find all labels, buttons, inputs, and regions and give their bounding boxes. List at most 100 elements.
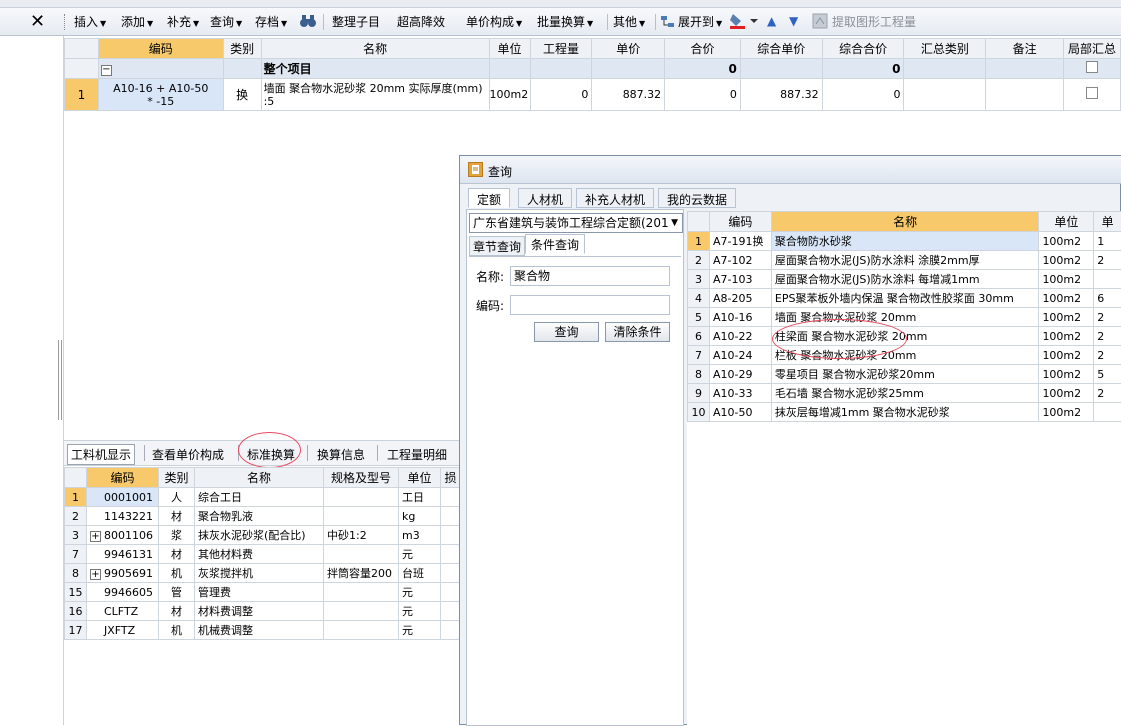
color-fill-icon[interactable] [729,12,759,30]
column-header[interactable]: 局部汇总 [1063,39,1120,59]
tab-labor-material[interactable]: 人材机 [518,188,572,208]
column-header[interactable]: 综合单价 [740,39,822,59]
resource-row[interactable]: 79946131材其他材料费元 [65,545,461,564]
expand-icon[interactable] [90,585,101,596]
expand-icon[interactable]: + [90,531,101,542]
name-cell[interactable]: 灰浆搅拌机 [195,564,324,583]
column-header[interactable]: 单位 [399,468,441,488]
batch-convert-menu[interactable]: 批量换算▼ [537,16,593,30]
quota-library-select[interactable]: 广东省建筑与装饰工程综合定额(201 ▼ [469,213,683,233]
quota-row[interactable]: 1 A10-16 + A10-50* -15 换 墙面 聚合物水泥砂浆 20mm… [65,79,1121,111]
code-cell[interactable]: 0001001 [87,488,159,507]
result-code-cell[interactable]: A10-24 [709,346,771,365]
tab-quota[interactable]: 定额 [468,188,510,208]
binoculars-icon[interactable] [298,12,318,30]
checkbox[interactable] [1086,87,1098,99]
column-header[interactable]: 规格及型号 [324,468,399,488]
result-row[interactable]: 9A10-33毛石墙 聚合物水泥砂浆25mm100m22 [688,384,1121,403]
resource-row[interactable]: 8+9905691机灰浆搅拌机拌筒容量200台班 [65,564,461,583]
column-header[interactable]: 名称 [261,39,489,59]
column-header[interactable]: 名称 [771,212,1039,232]
spec-cell[interactable]: 中砂1:2 [324,526,399,545]
expand-icon[interactable] [90,623,101,634]
result-row[interactable]: 10A10-50抹灰层每增减1mm 聚合物水泥砂浆100m2 [688,403,1121,422]
column-header[interactable]: 单位 [1039,212,1094,232]
result-code-cell[interactable]: A7-103 [709,270,771,289]
resource-row[interactable]: 159946605管管理费元 [65,583,461,602]
result-row[interactable]: 7A10-24栏板 聚合物水泥砂浆 20mm100m22 [688,346,1121,365]
result-name-cell[interactable]: 抹灰层每增减1mm 聚合物水泥砂浆 [771,403,1039,422]
resource-row[interactable]: 21143221材聚合物乳液kg [65,507,461,526]
result-name-cell[interactable]: 毛石墙 聚合物水泥砂浆25mm [771,384,1039,403]
result-name-cell[interactable]: 屋面聚合物水泥(JS)防水涂料 每增减1mm [771,270,1039,289]
other-menu[interactable]: 其他▼ [613,16,645,30]
dialog-title-bar[interactable]: 查询 [460,156,1121,184]
result-code-cell[interactable]: A10-16 [709,308,771,327]
splitter-handle[interactable] [58,340,62,420]
resource-row[interactable]: 16CLFTZ材材料费调整元 [65,602,461,621]
column-header[interactable]: 编码 [709,212,771,232]
tab-chapter-query[interactable]: 章节查询 [469,236,525,256]
spec-cell[interactable] [324,545,399,564]
column-header[interactable]: 综合合价 [822,39,904,59]
add-menu[interactable]: 添加▼ [121,16,153,30]
column-header[interactable]: 单 [1094,212,1121,232]
height-reduction-button[interactable]: 超高降效 [397,16,445,28]
result-row[interactable]: 3A7-103屋面聚合物水泥(JS)防水涂料 每增减1mm100m2 [688,270,1121,289]
name-cell[interactable]: 墙面 聚合物水泥砂浆 20mm 实际厚度(mm):5 [261,79,489,111]
expand-icon[interactable] [90,490,101,501]
tab-supplement-labor-material[interactable]: 补充人材机 [576,188,654,208]
name-cell[interactable]: 机械费调整 [195,621,324,640]
expand-icon[interactable] [90,509,101,520]
query-menu[interactable]: 查询▼ [210,16,242,30]
result-code-cell[interactable]: A7-191换 [709,232,771,251]
spec-cell[interactable]: 拌筒容量200 [324,564,399,583]
resource-row[interactable]: 17JXFTZ机机械费调整元 [65,621,461,640]
spec-cell[interactable] [324,488,399,507]
code-cell[interactable]: 9946131 [87,545,159,564]
result-code-cell[interactable]: A10-22 [709,327,771,346]
name-input[interactable]: 聚合物 [510,266,670,286]
expand-icon[interactable] [90,547,101,558]
column-header[interactable]: 类别 [159,468,195,488]
resource-row[interactable]: 10001001人综合工日工日 [65,488,461,507]
code-cell[interactable]: 1143221 [87,507,159,526]
result-code-cell[interactable]: A10-29 [709,365,771,384]
result-row[interactable]: 2A7-102屋面聚合物水泥(JS)防水涂料 涂膜2mm厚100m22 [688,251,1121,270]
tab-labor-material-machine[interactable]: 工料机显示 [67,444,135,465]
name-cell[interactable]: 材料费调整 [195,602,324,621]
code-cell[interactable]: A10-16 + A10-50* -15 [98,79,223,111]
result-name-cell[interactable]: EPS聚苯板外墙内保温 聚合物改性胶浆面 30mm [771,289,1039,308]
result-row[interactable]: 1A7-191换聚合物防水砂浆100m21 [688,232,1121,251]
code-cell[interactable]: CLFTZ [87,602,159,621]
project-group-row[interactable]: − 整个项目 0 0 [65,59,1121,79]
spec-cell[interactable] [324,602,399,621]
result-code-cell[interactable]: A10-33 [709,384,771,403]
supplement-menu[interactable]: 补充▼ [167,16,199,30]
result-code-cell[interactable]: A7-102 [709,251,771,270]
extract-graphic-quantity-button[interactable]: 提取图形工程量 [832,16,916,28]
code-input[interactable] [510,295,670,315]
name-cell[interactable]: 聚合物乳液 [195,507,324,526]
column-header[interactable]: 工程量 [530,39,592,59]
tab-condition-query[interactable]: 条件查询 [525,234,585,254]
qty-cell[interactable]: 0 [530,79,592,111]
column-header[interactable]: 名称 [195,468,324,488]
column-header[interactable]: 类别 [223,39,261,59]
column-header[interactable]: 单位 [489,39,530,59]
name-cell[interactable]: 其他材料费 [195,545,324,564]
expand-icon[interactable] [90,604,101,615]
result-name-cell[interactable]: 聚合物防水砂浆 [771,232,1039,251]
tab-quantity-detail[interactable]: 工程量明细 [387,446,447,463]
result-row[interactable]: 5A10-16墙面 聚合物水泥砂浆 20mm100m22 [688,308,1121,327]
unit-price-composition-menu[interactable]: 单价构成▼ [466,16,522,30]
archive-menu[interactable]: 存档▼ [255,16,287,30]
result-code-cell[interactable]: A8-205 [709,289,771,308]
insert-menu[interactable]: 插入▼ [74,16,106,30]
search-button[interactable]: 查询 [534,322,599,342]
spec-cell[interactable] [324,583,399,602]
tab-my-cloud-data[interactable]: 我的云数据 [658,188,736,208]
expand-to-menu[interactable]: 展开到▼ [678,16,722,30]
column-header[interactable]: 合价 [665,39,741,59]
column-header[interactable]: 损 [441,468,461,488]
